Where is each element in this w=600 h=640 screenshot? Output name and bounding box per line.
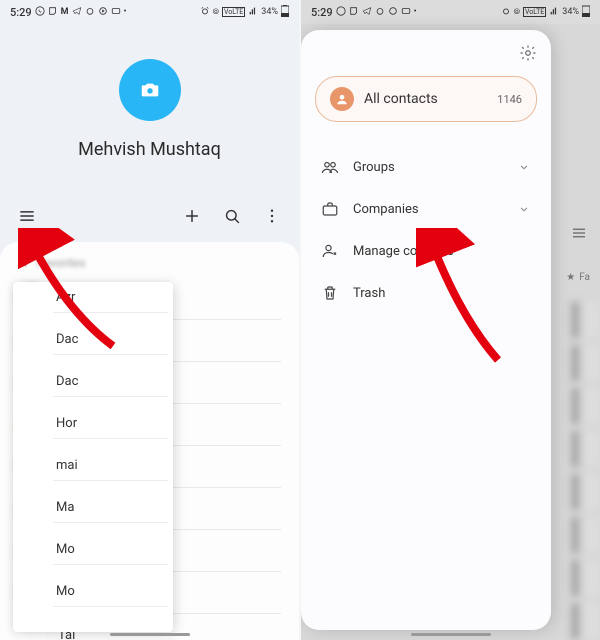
add-contact-button[interactable] [181, 205, 203, 227]
play-icon [388, 6, 398, 19]
person-circle-icon [330, 87, 354, 111]
contact-name-visible: Mo [56, 584, 75, 599]
contact-name-visible: Dac [56, 374, 78, 389]
battery-percent: 34% [562, 7, 579, 17]
groups-label: Groups [353, 160, 503, 175]
drawer-item-manage-contacts[interactable]: Manage contacts [315, 230, 537, 272]
contact-name-visible: Mo [56, 542, 75, 557]
gear-icon [519, 44, 537, 62]
whatsapp-icon [35, 6, 45, 19]
all-contacts-button[interactable]: All contacts 1146 [315, 76, 537, 122]
nfc-icon: ⦾ [514, 7, 520, 17]
youtube-icon [401, 6, 411, 19]
favorites-section-header: ★ Favorites [0, 252, 299, 278]
profile-avatar[interactable] [119, 59, 181, 121]
navigation-drawer: All contacts 1146 Groups Companies Manag… [301, 30, 551, 630]
status-clock: 5:29 [311, 6, 333, 19]
contact-name-visible: Azr [56, 290, 75, 305]
signal-icon [248, 6, 258, 19]
contact-name-visible: Ma [56, 500, 74, 515]
alarm-icon [85, 6, 95, 19]
phone-screenshot-right: 5:29 • ⦾ VoLTE 34% ★ Fa [301, 0, 600, 640]
companies-label: Companies [353, 202, 503, 217]
groups-icon [321, 158, 339, 176]
more-options-button[interactable] [261, 205, 283, 227]
alarm-status-icon [501, 6, 511, 19]
plus-icon [182, 206, 202, 226]
drawer-item-companies[interactable]: Companies [315, 188, 537, 230]
chevron-down-icon [517, 202, 531, 216]
search-button[interactable] [221, 205, 243, 227]
volte-icon: VoLTE [523, 7, 546, 17]
search-icon [223, 207, 242, 226]
dot-icon: • [124, 7, 127, 17]
more-vertical-icon [263, 207, 281, 225]
nfc-icon: ⦾ [213, 7, 219, 17]
star-icon: ★ [566, 272, 575, 283]
bg-hamburger-icon [570, 224, 588, 246]
manage-contacts-icon [321, 242, 339, 260]
battery-icon [582, 5, 590, 20]
toolbar [0, 194, 299, 238]
all-contacts-count: 1146 [497, 93, 522, 106]
telegram-icon [362, 6, 372, 19]
trash-icon [321, 284, 339, 302]
dot-icon: • [414, 7, 417, 17]
battery-percent: 34% [261, 7, 278, 17]
bg-favorites-label: Fa [579, 272, 590, 283]
whatsapp-icon [336, 6, 346, 19]
messenger-icon [349, 6, 359, 19]
favorites-label: Favorites [37, 256, 86, 270]
play-icon [98, 6, 108, 19]
home-indicator[interactable] [411, 633, 491, 636]
chevron-down-icon [517, 160, 531, 174]
alarm-status-icon [200, 6, 210, 19]
contact-name-visible: mai [56, 458, 78, 473]
hamburger-menu-button[interactable] [16, 205, 38, 227]
contact-name-visible: Hor [56, 416, 77, 431]
messenger-icon [48, 6, 58, 19]
volte-icon: VoLTE [222, 7, 245, 17]
drawer-item-groups[interactable]: Groups [315, 146, 537, 188]
status-bar: 5:29 • ⦾ VoLTE 34% [301, 0, 600, 24]
telegram-icon [72, 6, 82, 19]
profile-header: Mehvish Mushtaq [0, 24, 299, 194]
status-bar: 5:29 M • ⦾ [0, 0, 299, 24]
star-icon: ★ [18, 256, 29, 270]
battery-icon [281, 5, 289, 20]
home-indicator[interactable] [110, 633, 190, 636]
all-contacts-label: All contacts [364, 91, 487, 107]
drawer-item-trash[interactable]: Trash [315, 272, 537, 314]
status-clock: 5:29 [10, 6, 32, 19]
alarm-icon [375, 6, 385, 19]
manage-contacts-label: Manage contacts [353, 244, 531, 259]
profile-name: Mehvish Mushtaq [78, 139, 221, 160]
m-icon: M [61, 7, 69, 17]
camera-icon [139, 79, 161, 101]
signal-icon [549, 6, 559, 19]
phone-screenshot-left: 5:29 M • ⦾ [0, 0, 299, 640]
youtube-icon [111, 6, 121, 19]
settings-button[interactable] [519, 44, 537, 66]
hamburger-icon [17, 206, 37, 226]
popup-overlay [13, 282, 173, 632]
trash-label: Trash [353, 286, 531, 301]
briefcase-icon [321, 200, 339, 218]
contact-name-visible: Dac [56, 332, 78, 347]
